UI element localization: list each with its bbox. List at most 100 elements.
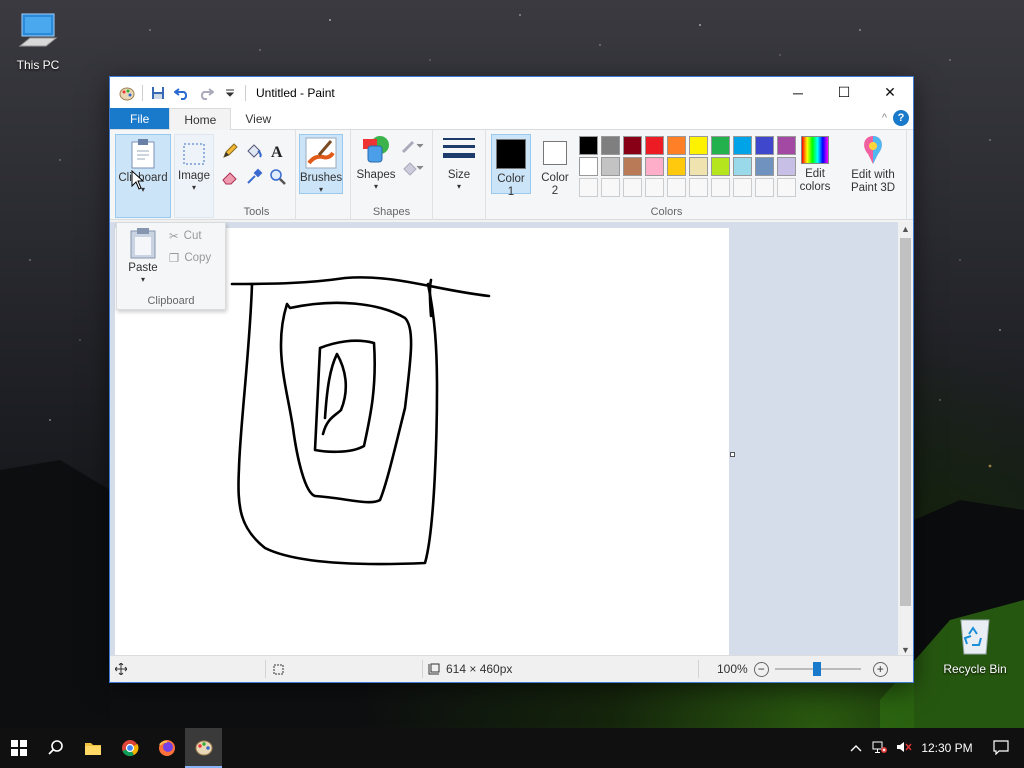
- cut-button[interactable]: ✂ Cut: [169, 229, 202, 243]
- palette-swatch[interactable]: [579, 157, 598, 176]
- fill-icon[interactable]: [401, 160, 425, 176]
- image-size-value: 614 × 460px: [446, 662, 513, 676]
- color1-button[interactable]: Color 1: [491, 134, 531, 198]
- redo-icon[interactable]: [197, 84, 215, 102]
- chrome-button[interactable]: [111, 728, 148, 768]
- color2-button[interactable]: Color 2: [535, 134, 575, 198]
- outline-icon[interactable]: [401, 138, 425, 154]
- close-button[interactable]: ✕: [867, 77, 913, 108]
- tab-view[interactable]: View: [231, 108, 285, 129]
- brushes-label: Brushes: [300, 172, 343, 184]
- color2-number: 2: [551, 185, 559, 197]
- chevron-down-icon: ▾: [456, 182, 461, 191]
- ribbon-tabs: File Home View ^ ?: [110, 108, 913, 130]
- collapse-ribbon-icon[interactable]: ^: [882, 112, 887, 124]
- network-icon[interactable]: [868, 740, 892, 757]
- scroll-up-icon[interactable]: ▲: [901, 224, 910, 234]
- copy-button[interactable]: ❐ Copy: [169, 251, 211, 265]
- image-button[interactable]: Image ▾: [174, 134, 214, 218]
- paint-taskbar-button[interactable]: [185, 728, 222, 768]
- color-spectrum-icon: [801, 136, 829, 164]
- palette-swatch[interactable]: [667, 136, 686, 155]
- palette-swatch[interactable]: [733, 157, 752, 176]
- palette-swatch[interactable]: [689, 178, 708, 197]
- zoom-slider-thumb[interactable]: [812, 662, 821, 676]
- size-group: Size ▾: [433, 130, 486, 220]
- desktop-icon-recycle-bin[interactable]: Recycle Bin: [937, 614, 1013, 676]
- palette-swatch[interactable]: [579, 136, 598, 155]
- shapes-button[interactable]: Shapes ▾: [355, 134, 397, 191]
- palette-swatch[interactable]: [733, 136, 752, 155]
- palette-swatch[interactable]: [601, 136, 620, 155]
- zoom-slider[interactable]: [774, 662, 861, 676]
- file-explorer-button[interactable]: [74, 728, 111, 768]
- image-size: 614 × 460px: [428, 656, 512, 682]
- undo-icon[interactable]: [173, 84, 191, 102]
- palette-swatch[interactable]: [645, 136, 664, 155]
- palette-swatch[interactable]: [755, 178, 774, 197]
- palette-swatch[interactable]: [601, 178, 620, 197]
- palette-swatch[interactable]: [623, 178, 642, 197]
- paste-button[interactable]: Paste ▾: [125, 227, 161, 284]
- palette-swatch[interactable]: [645, 178, 664, 197]
- scroll-down-icon[interactable]: ▼: [901, 645, 910, 655]
- size-button[interactable]: Size ▾: [439, 134, 479, 191]
- palette-swatch[interactable]: [689, 157, 708, 176]
- palette-swatch[interactable]: [623, 157, 642, 176]
- vertical-scrollbar[interactable]: ▲ ▼: [898, 222, 913, 657]
- paint-app-icon[interactable]: [118, 84, 136, 102]
- action-center-icon[interactable]: [978, 739, 1024, 758]
- palette-swatch[interactable]: [645, 157, 664, 176]
- zoom-level: 100%: [717, 662, 748, 676]
- chevron-down-icon: ▾: [318, 185, 323, 194]
- palette-swatch[interactable]: [711, 136, 730, 155]
- customize-qat-icon[interactable]: [221, 84, 239, 102]
- tab-file[interactable]: File: [110, 108, 170, 129]
- clock[interactable]: 12:30 PM: [916, 741, 978, 755]
- window-title: Untitled - Paint: [256, 85, 335, 100]
- zoom-in-button[interactable]: +: [872, 661, 888, 677]
- palette-swatch[interactable]: [711, 157, 730, 176]
- zoom-out-button[interactable]: −: [753, 661, 769, 677]
- color-picker-icon[interactable]: [245, 168, 263, 186]
- eraser-icon[interactable]: [221, 168, 239, 186]
- canvas-resize-handle[interactable]: [730, 452, 735, 457]
- volume-muted-icon[interactable]: [892, 740, 916, 757]
- edit-with-paint3d-button[interactable]: Edit with Paint 3D: [845, 134, 901, 195]
- palette-swatch[interactable]: [601, 157, 620, 176]
- tab-home[interactable]: Home: [169, 108, 232, 130]
- chevron-down-icon: ▾: [191, 183, 196, 192]
- shapes-label: Shapes: [356, 169, 396, 181]
- fill-bucket-icon[interactable]: [245, 142, 263, 160]
- palette-swatch[interactable]: [755, 157, 774, 176]
- save-icon[interactable]: [149, 84, 167, 102]
- magnifier-icon[interactable]: [269, 168, 287, 186]
- palette-swatch[interactable]: [733, 178, 752, 197]
- paint3d-icon: [864, 136, 882, 164]
- desktop-icon-this-pc[interactable]: This PC: [0, 10, 76, 72]
- color1-label: Color: [497, 173, 525, 185]
- edit-colors-button[interactable]: Edit colors: [793, 134, 837, 194]
- brushes-button[interactable]: Brushes ▾: [299, 134, 343, 194]
- pencil-icon[interactable]: [221, 142, 239, 160]
- help-icon[interactable]: ?: [893, 110, 909, 126]
- colors-group: Color 1 Color 2 Edit colors Colors: [487, 130, 907, 220]
- palette-swatch[interactable]: [711, 178, 730, 197]
- search-icon: [47, 740, 63, 755]
- palette-swatch[interactable]: [667, 157, 686, 176]
- maximize-button[interactable]: ☐: [821, 77, 867, 108]
- taskbar: 12:30 PM: [0, 728, 1024, 768]
- firefox-button[interactable]: [148, 728, 185, 768]
- minimize-button[interactable]: ─: [775, 77, 821, 108]
- palette-swatch[interactable]: [623, 136, 642, 155]
- scrollbar-thumb[interactable]: [900, 238, 911, 606]
- start-button[interactable]: [0, 728, 37, 768]
- system-tray: 12:30 PM: [844, 728, 1024, 768]
- palette-swatch[interactable]: [755, 136, 774, 155]
- palette-swatch[interactable]: [579, 178, 598, 197]
- search-button[interactable]: [37, 728, 74, 768]
- show-hidden-icons-icon[interactable]: [844, 741, 868, 755]
- palette-swatch[interactable]: [667, 178, 686, 197]
- text-icon[interactable]: A: [269, 142, 287, 160]
- palette-swatch[interactable]: [689, 136, 708, 155]
